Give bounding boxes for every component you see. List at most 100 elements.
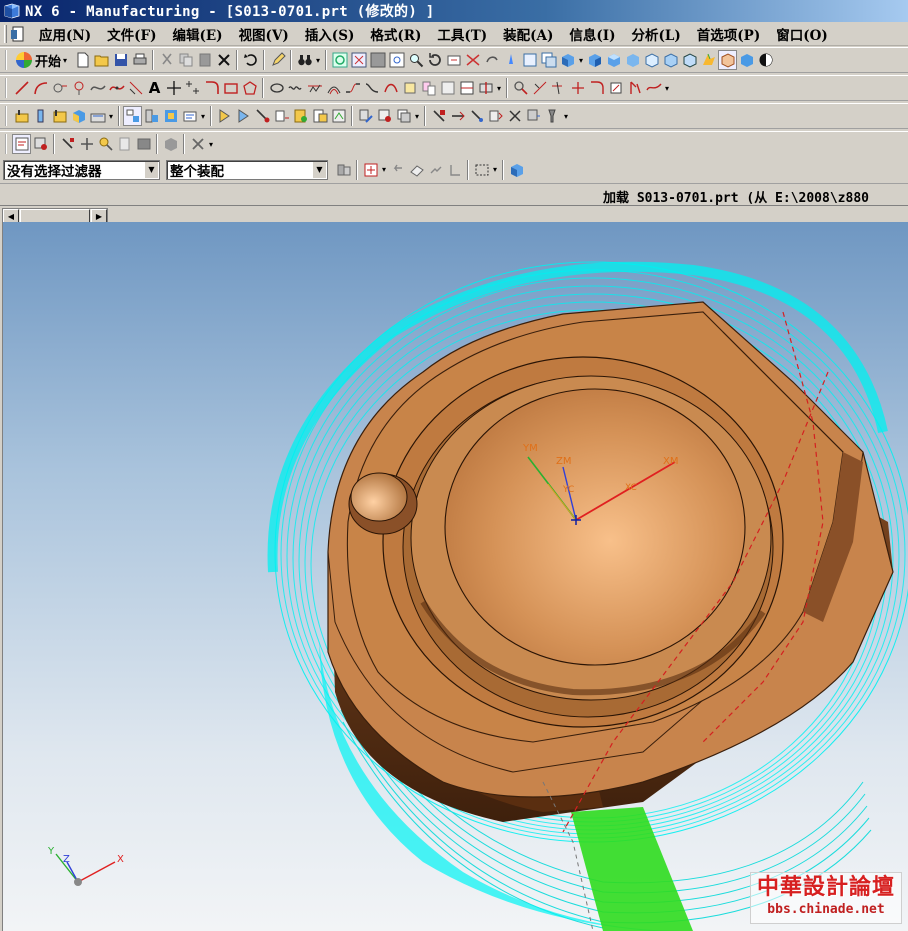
document-menu-icon[interactable] <box>11 26 25 42</box>
chevron-down-icon[interactable]: ▾ <box>562 112 570 121</box>
operation-navigator-icon[interactable] <box>12 134 31 154</box>
machine-tool-view-icon[interactable] <box>142 106 161 126</box>
model-view-icon[interactable] <box>161 134 180 154</box>
divide-curve-icon[interactable] <box>568 78 587 98</box>
fillet-curve-icon[interactable] <box>202 78 221 98</box>
rectangle-select-icon[interactable] <box>472 160 491 180</box>
machining-method-view-icon[interactable] <box>180 106 199 126</box>
geometry-view-icon[interactable] <box>161 106 180 126</box>
chevron-down-icon[interactable]: ▾ <box>314 56 322 65</box>
zoom-window-icon[interactable] <box>368 50 387 70</box>
zoom-box-icon[interactable] <box>387 50 406 70</box>
output-cls-icon[interactable] <box>329 106 348 126</box>
menu-file[interactable]: 文件(F) <box>99 24 164 44</box>
chevron-down-icon[interactable]: ▾ <box>491 165 499 174</box>
join-curve-icon[interactable] <box>381 78 400 98</box>
gray-box-icon[interactable] <box>134 134 153 154</box>
transform-object-icon[interactable] <box>448 106 467 126</box>
menu-view[interactable]: 视图(V) <box>231 24 297 44</box>
toolbar-grip[interactable] <box>5 78 9 98</box>
cube-hidden-icon[interactable] <box>661 50 680 70</box>
create-geometry-icon[interactable] <box>50 106 69 126</box>
pan-icon[interactable] <box>444 50 463 70</box>
toolbar-grip[interactable] <box>5 106 9 126</box>
chevron-down-icon[interactable]: ▾ <box>107 112 115 121</box>
assign-tool-icon[interactable] <box>58 134 77 154</box>
delete-icon[interactable] <box>214 50 233 70</box>
cube-front-icon[interactable] <box>585 50 604 70</box>
paste-icon[interactable] <box>195 50 214 70</box>
cut-object-icon[interactable] <box>375 106 394 126</box>
simplify-curve-icon[interactable] <box>362 78 381 98</box>
tool-path-edit-icon[interactable] <box>467 106 486 126</box>
open-folder-icon[interactable] <box>92 50 111 70</box>
menu-analysis[interactable]: 分析(L) <box>624 24 689 44</box>
close-icon[interactable] <box>188 134 207 154</box>
menu-insert[interactable]: 插入(S) <box>297 24 363 44</box>
measure-icon[interactable] <box>96 134 115 154</box>
curve-length-icon[interactable] <box>625 78 644 98</box>
print-icon[interactable] <box>130 50 149 70</box>
fit-spline-icon[interactable] <box>126 78 145 98</box>
create-tool-icon[interactable] <box>31 106 50 126</box>
menu-assembly[interactable]: 装配(A) <box>495 24 561 44</box>
tool-holder-icon[interactable] <box>543 106 562 126</box>
offset-curve-icon[interactable] <box>324 78 343 98</box>
view-orient-icon[interactable] <box>520 50 539 70</box>
list-toolpath-icon[interactable] <box>272 106 291 126</box>
cube-right-icon[interactable] <box>623 50 642 70</box>
blank-object-icon[interactable] <box>115 134 134 154</box>
menu-window[interactable]: 窗口(O) <box>768 24 836 44</box>
edit-object-icon[interactable] <box>356 106 375 126</box>
ellipse-icon[interactable] <box>267 78 286 98</box>
point-set-icon[interactable] <box>183 78 202 98</box>
fit-view-icon[interactable] <box>349 50 368 70</box>
line-icon[interactable] <box>12 78 31 98</box>
menu-information[interactable]: 信息(I) <box>561 24 623 44</box>
text-icon[interactable]: A <box>145 78 164 98</box>
menubar-grip[interactable] <box>4 24 7 43</box>
perspective-icon[interactable] <box>463 50 482 70</box>
mirror-curve-icon[interactable] <box>438 78 457 98</box>
select-back-icon[interactable] <box>388 160 407 180</box>
eraser-icon[interactable] <box>407 160 426 180</box>
menu-preferences[interactable]: 首选项(P) <box>689 24 768 44</box>
intersection-curve-icon[interactable] <box>457 78 476 98</box>
studio-render-icon[interactable] <box>699 50 718 70</box>
project-curve-icon[interactable] <box>400 78 419 98</box>
edit-fillet-icon[interactable] <box>587 78 606 98</box>
chevron-down-icon[interactable]: ▾ <box>380 165 388 174</box>
refresh-icon[interactable] <box>330 50 349 70</box>
combined-project-icon[interactable] <box>419 78 438 98</box>
verify-toolpath-icon[interactable] <box>253 106 272 126</box>
bridge-curve-icon[interactable] <box>343 78 362 98</box>
shaded-cube-icon[interactable] <box>558 50 577 70</box>
basic-curves-icon[interactable] <box>50 78 69 98</box>
trim-curve-icon[interactable] <box>530 78 549 98</box>
select-body-icon[interactable] <box>507 160 526 180</box>
machine-edit-icon[interactable] <box>524 106 543 126</box>
arc-icon[interactable] <box>31 78 50 98</box>
smooth-spline-icon[interactable] <box>644 78 663 98</box>
pencil-icon[interactable] <box>268 50 287 70</box>
partial-shade-icon[interactable] <box>718 50 738 70</box>
add-point-icon[interactable] <box>77 134 96 154</box>
copy-icon[interactable] <box>176 50 195 70</box>
chevron-down-icon[interactable]: ▼ <box>312 161 326 178</box>
save-icon[interactable] <box>111 50 130 70</box>
chevron-down-icon[interactable]: ▾ <box>495 84 503 93</box>
copy-object-icon[interactable] <box>394 106 413 126</box>
object-display-icon[interactable] <box>429 106 448 126</box>
toolbar-grip[interactable] <box>5 134 9 154</box>
studio-spline-icon[interactable] <box>107 78 126 98</box>
operation-list-icon[interactable] <box>31 134 50 154</box>
create-program-icon[interactable] <box>12 106 31 126</box>
section-curve-icon[interactable] <box>476 78 495 98</box>
menu-format[interactable]: 格式(R) <box>362 24 429 44</box>
chevron-down-icon[interactable]: ▾ <box>199 112 207 121</box>
chevron-down-icon[interactable]: ▾ <box>413 112 421 121</box>
menu-edit[interactable]: 编辑(E) <box>164 24 230 44</box>
face-analysis-icon[interactable] <box>737 50 756 70</box>
light-icon[interactable] <box>501 50 520 70</box>
chevron-down-icon[interactable]: ▾ <box>577 56 585 65</box>
